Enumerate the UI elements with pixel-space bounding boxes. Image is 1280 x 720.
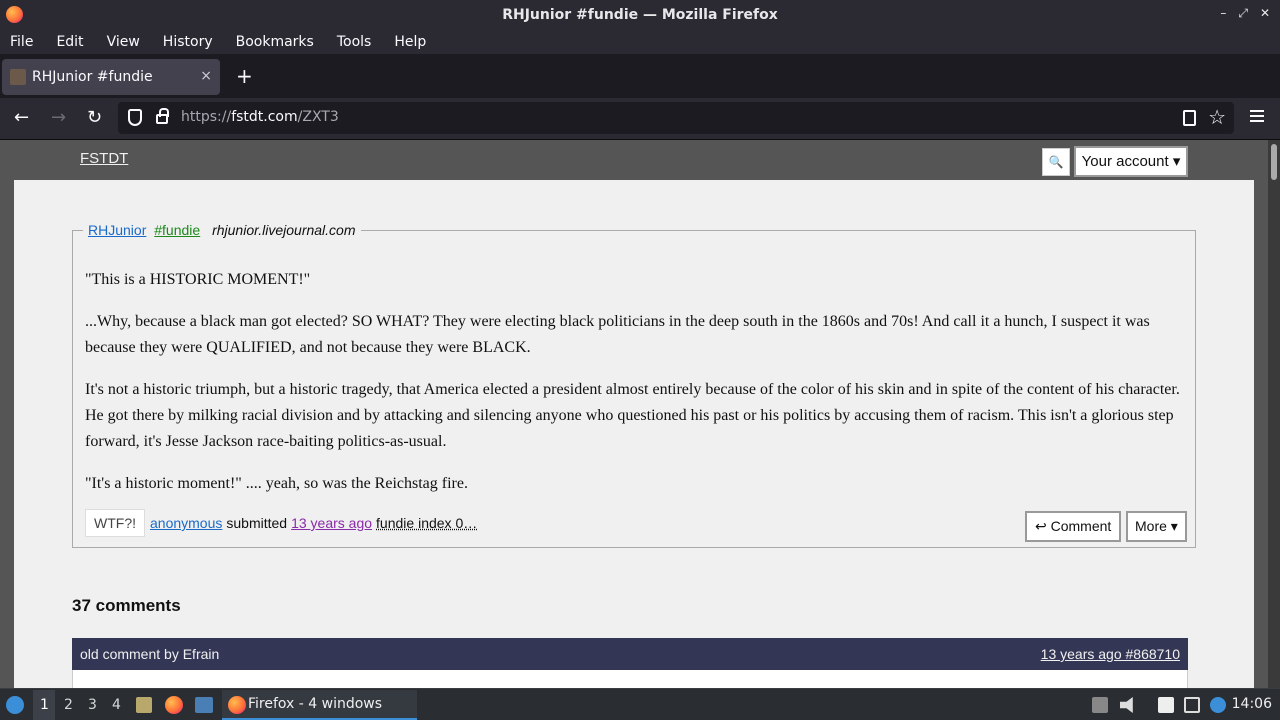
navigation-toolbar: ← → ↻ https://fstdt.com/ZXT3 ☆ (0, 98, 1280, 140)
window-titlebar: RHJunior #fundie — Mozilla Firefox – ⤢ ✕ (0, 0, 1280, 30)
menu-edit[interactable]: Edit (56, 34, 83, 50)
quote-category-link[interactable]: #fundie (154, 222, 200, 238)
taskbar: 1 2 3 4 Firefox - 4 windows 14:06 (0, 688, 1280, 720)
tab-title: RHJunior #fundie (32, 69, 153, 85)
your-account-button[interactable]: Your account ▾ (1074, 146, 1188, 177)
maximize-button[interactable]: ⤢ (1238, 6, 1248, 21)
quote-paragraph: "It's a historic moment!" .... yeah, so … (85, 475, 468, 492)
app-menu-icon[interactable] (1250, 110, 1264, 122)
new-tab-button[interactable]: + (236, 66, 253, 86)
tab-rhjunior[interactable]: RHJunior #fundie × (2, 59, 220, 95)
quote-source: rhjunior.livejournal.com (212, 222, 356, 238)
firefox-logo-icon (6, 6, 23, 23)
site-favicon-icon (10, 69, 26, 85)
workspace-2[interactable]: 2 (64, 697, 73, 713)
fundie-index[interactable]: fundie index 0… (376, 515, 477, 531)
menu-file[interactable]: File (10, 34, 33, 50)
url-host: fstdt.com (231, 109, 298, 125)
window-controls: – ⤢ ✕ (1220, 6, 1270, 21)
quote-box: RHJunior #fundie rhjunior.livejournal.co… (72, 222, 1196, 548)
volume-icon[interactable] (1120, 697, 1133, 713)
menu-help[interactable]: Help (394, 34, 426, 50)
submitted-text: submitted (226, 515, 288, 531)
menu-bookmarks[interactable]: Bookmarks (236, 34, 314, 50)
wtf-vote-button[interactable]: WTF?! (85, 509, 145, 537)
menu-view[interactable]: View (107, 34, 140, 50)
quote-paragraph: ...Why, because a black man got elected?… (85, 313, 1150, 356)
comment-button[interactable]: ↩ Comment (1025, 511, 1122, 542)
quote-author-link[interactable]: RHJunior (88, 222, 146, 238)
comment-permalink[interactable]: 13 years ago #868710 (1041, 646, 1180, 662)
display-icon[interactable] (1184, 697, 1200, 713)
close-window-button[interactable]: ✕ (1260, 6, 1270, 21)
window-title: RHJunior #fundie — Mozilla Firefox (502, 7, 778, 23)
url-path: /ZXT3 (297, 109, 339, 125)
comment-header: old comment by Efrain 13 years ago #8687… (72, 638, 1188, 670)
quote-legend: RHJunior #fundie rhjunior.livejournal.co… (83, 222, 361, 238)
comment-byline: old comment by Efrain (80, 646, 220, 662)
address-bar[interactable]: https://fstdt.com/ZXT3 ☆ (118, 102, 1234, 134)
scrollbar-thumb[interactable] (1271, 144, 1277, 180)
menu-history[interactable]: History (163, 34, 213, 50)
taskbar-firefox-item[interactable]: Firefox - 4 windows (222, 690, 417, 720)
quote-meta: WTF?! anonymous submitted 13 years ago f… (85, 509, 477, 537)
submission-time-link[interactable]: 13 years ago (291, 515, 372, 531)
search-icon: 🔍 (1048, 155, 1064, 169)
terminal-icon[interactable] (195, 697, 213, 713)
quote-text: "This is a HISTORIC MOMENT!" ...Why, bec… (85, 267, 1185, 513)
start-menu-icon[interactable] (6, 696, 24, 714)
reader-view-icon[interactable] (1183, 110, 1196, 126)
file-manager-icon[interactable] (136, 697, 152, 713)
url-text[interactable]: https://fstdt.com/ZXT3 (181, 109, 339, 125)
comments-heading: 37 comments (72, 596, 181, 615)
tray-clipboard-icon[interactable] (1092, 697, 1108, 713)
more-button[interactable]: More ▾ (1126, 511, 1187, 542)
workspace-1[interactable]: 1 (40, 697, 49, 713)
back-button[interactable]: ← (14, 108, 29, 128)
notes-icon[interactable] (1158, 697, 1174, 713)
firefox-icon (228, 696, 246, 714)
web-page: FSTDT 🔍 Your account ▾ RHJunior #fundie … (0, 140, 1280, 688)
tab-bar: RHJunior #fundie × + (0, 56, 1280, 98)
menu-tools[interactable]: Tools (337, 34, 372, 50)
taskbar-item-label: Firefox - 4 windows (248, 696, 383, 712)
page-scrollbar[interactable] (1268, 140, 1280, 688)
workspace-3[interactable]: 3 (88, 697, 97, 713)
quote-paragraph: "This is a HISTORIC MOMENT!" (85, 271, 311, 288)
tab-close-icon[interactable]: × (200, 68, 212, 84)
notification-icon[interactable] (1210, 697, 1226, 713)
tracking-protection-shield-icon[interactable] (128, 109, 142, 126)
minimize-button[interactable]: – (1220, 6, 1226, 21)
lock-icon[interactable] (156, 108, 169, 124)
site-logo-link[interactable]: FSTDT (80, 150, 128, 167)
menu-bar: File Edit View History Bookmarks Tools H… (0, 30, 1280, 54)
main-content: RHJunior #fundie rhjunior.livejournal.co… (14, 180, 1254, 688)
site-header: FSTDT 🔍 Your account ▾ (0, 140, 1268, 180)
clock: 14:06 (1231, 696, 1272, 712)
forward-button[interactable]: → (51, 108, 66, 128)
firefox-launcher-icon[interactable] (165, 696, 183, 714)
submitter-link[interactable]: anonymous (150, 515, 222, 531)
quote-paragraph: It's not a historic triumph, but a histo… (85, 381, 1180, 450)
url-scheme: https:// (181, 109, 232, 125)
bookmark-star-icon[interactable]: ☆ (1208, 105, 1226, 129)
reload-button[interactable]: ↻ (87, 108, 102, 128)
site-search-button[interactable]: 🔍 (1042, 148, 1070, 176)
comment-body (72, 670, 1188, 688)
workspace-4[interactable]: 4 (112, 697, 121, 713)
